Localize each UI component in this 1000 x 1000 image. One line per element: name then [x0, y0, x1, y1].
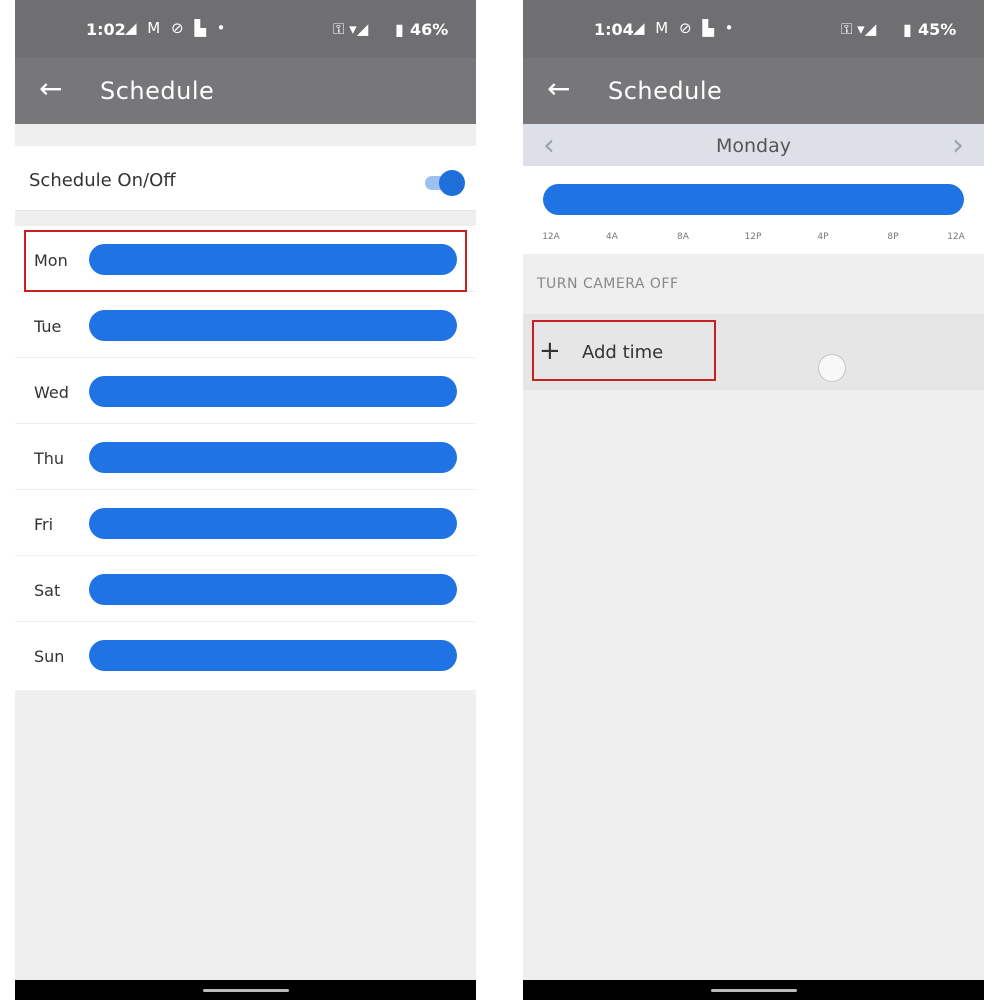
- phone-screen-right: 1:04 ◢ M ⊘ ▙ • ⚿ ▾◢ ▮ 45% ← Schedule ‹ M…: [523, 0, 984, 1000]
- system-icons: ⚿ ▾◢: [841, 20, 877, 38]
- day-row-tue[interactable]: Tue: [15, 292, 476, 358]
- timeline-tick: 4A: [606, 232, 618, 242]
- section-label: TURN CAMERA OFF: [537, 276, 679, 292]
- day-navigator: ‹ Monday ›: [523, 124, 984, 166]
- day-schedule-bar[interactable]: [89, 640, 457, 671]
- day-row-thu[interactable]: Thu: [15, 424, 476, 490]
- schedule-toggle-label: Schedule On/Off: [29, 170, 176, 191]
- home-gesture-handle[interactable]: [710, 989, 797, 992]
- timeline-tick: 12A: [542, 232, 560, 242]
- page-title: Schedule: [608, 77, 723, 105]
- day-label: Wed: [34, 383, 69, 402]
- day-row-sat[interactable]: Sat: [15, 556, 476, 622]
- notification-icons: ◢ M ⊘ ▙ •: [125, 19, 229, 37]
- app-bar: ← Schedule: [15, 58, 476, 124]
- status-time: 1:02: [86, 20, 126, 39]
- battery-percent: 46%: [410, 20, 449, 39]
- day-schedule-bar[interactable]: [89, 376, 457, 407]
- timeline-tick: 12A: [947, 232, 965, 242]
- schedule-toggle-row[interactable]: Schedule On/Off: [15, 146, 476, 211]
- timeline-tick: 12P: [744, 232, 762, 242]
- timeline-tick: 8A: [677, 232, 689, 242]
- notification-icons: ◢ M ⊘ ▙ •: [633, 19, 737, 37]
- day-schedule-bar[interactable]: [89, 442, 457, 473]
- navigation-bar: [15, 980, 476, 1000]
- day-label: Fri: [34, 515, 54, 534]
- day-label: Thu: [34, 449, 65, 468]
- day-schedule-bar[interactable]: [89, 574, 457, 605]
- timeline-schedule-bar[interactable]: [543, 184, 964, 215]
- current-day-label: Monday: [715, 135, 791, 157]
- app-bar: ← Schedule: [523, 58, 984, 124]
- status-bar: 1:02 ◢ M ⊘ ▙ • ⚿ ▾◢ ▮ 46%: [15, 0, 476, 58]
- home-gesture-handle[interactable]: [202, 989, 289, 992]
- page-title: Schedule: [100, 77, 215, 105]
- chevron-right-icon[interactable]: ›: [952, 128, 964, 163]
- back-arrow-icon[interactable]: ←: [39, 74, 62, 104]
- battery-percent: 45%: [918, 20, 957, 39]
- back-arrow-icon[interactable]: ←: [547, 74, 570, 104]
- status-time: 1:04: [594, 20, 634, 39]
- day-row-fri[interactable]: Fri: [15, 490, 476, 556]
- timeline-tick: 4P: [817, 232, 829, 242]
- touch-indicator: [818, 354, 846, 382]
- day-timeline: 12A 4A 8A 12P 4P 8P 12A: [523, 166, 984, 254]
- timeline-tick: 8P: [887, 232, 899, 242]
- day-label: Sat: [34, 581, 61, 600]
- battery-icon: ▮: [395, 20, 404, 39]
- phone-screen-left: 1:02 ◢ M ⊘ ▙ • ⚿ ▾◢ ▮ 46% ← Schedule Sch…: [15, 0, 476, 1000]
- day-label: Sun: [34, 647, 65, 666]
- navigation-bar: [523, 980, 984, 1000]
- day-row-sun[interactable]: Sun: [15, 622, 476, 688]
- day-row-wed[interactable]: Wed: [15, 358, 476, 424]
- highlight-box-mon: [24, 230, 467, 292]
- system-icons: ⚿ ▾◢: [333, 20, 369, 38]
- day-schedule-bar[interactable]: [89, 310, 457, 341]
- schedule-toggle-switch[interactable]: [421, 170, 465, 196]
- battery-icon: ▮: [903, 20, 912, 39]
- switch-thumb: [439, 170, 465, 196]
- day-schedule-bar[interactable]: [89, 508, 457, 539]
- highlight-box-add-time: [532, 320, 716, 381]
- status-bar: 1:04 ◢ M ⊘ ▙ • ⚿ ▾◢ ▮ 45%: [523, 0, 984, 58]
- day-label: Tue: [34, 317, 62, 336]
- day-schedule-list: Mon Tue Wed Thu Fri Sat Sun: [15, 226, 476, 690]
